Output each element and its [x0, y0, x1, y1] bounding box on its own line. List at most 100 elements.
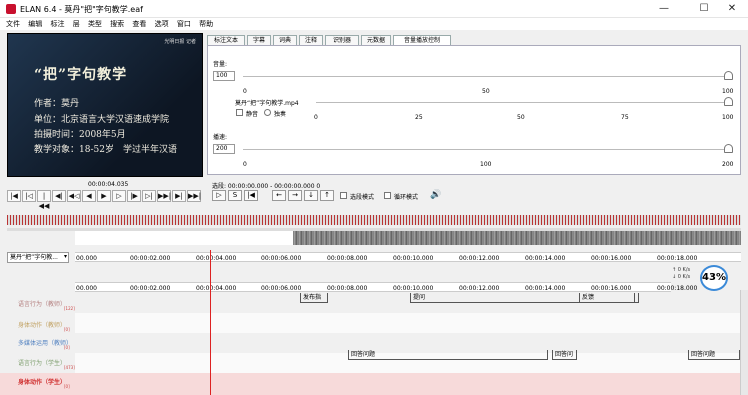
ruler-tick: 00.000	[76, 285, 97, 292]
tier-label[interactable]: 身体动作（教师）	[18, 320, 66, 329]
previous-ms-button[interactable]: ◀◁	[67, 190, 81, 202]
mute-checkbox[interactable]	[236, 109, 243, 116]
menu-options[interactable]: 选项	[155, 18, 169, 30]
crosshair-line[interactable]	[210, 250, 211, 395]
tier-label[interactable]: 语言行为（学生）	[18, 358, 66, 367]
tier-row[interactable]	[75, 293, 740, 313]
tier-label[interactable]: 身体动作（学生）	[18, 377, 66, 386]
video-line-unit: 单位：北京语言大学汉语速成学院	[34, 115, 170, 125]
video-viewer[interactable]: 光明日报 记者 “把”字句教学 作者：莫丹 单位：北京语言大学汉语速成学院 拍摄…	[7, 33, 203, 177]
ruler-tick: 00:00:12.000	[459, 285, 500, 292]
previous-scrollview-button[interactable]: |◁	[22, 190, 36, 202]
track-file-label: 莫丹“把”字句教学.mp4	[235, 100, 299, 107]
annotation[interactable]: 回答问题	[688, 350, 740, 360]
solo-label: 独奏	[274, 111, 287, 118]
speaker-icon[interactable]: 🔊	[430, 190, 441, 200]
rate-slider-thumb[interactable]	[724, 144, 733, 153]
track-tick-100: 100	[722, 114, 734, 121]
annotation[interactable]: 发布指	[300, 293, 328, 303]
track-volume-slider-thumb[interactable]	[724, 97, 733, 106]
selection-up-button[interactable]: ↑	[320, 190, 334, 201]
close-button[interactable]: ✕	[718, 2, 746, 16]
menu-annotation[interactable]: 标注	[50, 18, 64, 30]
menu-edit[interactable]: 编辑	[28, 18, 42, 30]
maximize-button[interactable]: ☐	[690, 2, 718, 16]
vertical-scrollbar[interactable]	[740, 290, 748, 395]
volume-tick-0: 0	[243, 88, 247, 95]
tier-count: [473]	[64, 365, 75, 370]
menu-window[interactable]: 窗口	[177, 18, 191, 30]
solo-radio[interactable]	[264, 109, 271, 116]
media-timecode: 00:00:04.035	[88, 181, 129, 188]
next-scrollview-button[interactable]: ▶▶|	[157, 190, 171, 202]
ruler-tick: 00:00:02.000	[130, 255, 171, 262]
zoom-badge[interactable]: 43%	[700, 265, 728, 291]
spectrogram-track[interactable]	[75, 231, 741, 245]
volume-label: 音量:	[213, 61, 228, 68]
loop-mode-checkbox[interactable]	[384, 192, 391, 199]
selection-info: 选段: 00:00:00.000 - 00:00:00.000 0	[212, 183, 321, 190]
play-button[interactable]: ▶	[97, 190, 111, 202]
rate-tick-100: 100	[480, 161, 492, 168]
menu-search[interactable]: 搜索	[110, 18, 124, 30]
ruler-tick: 00:00:14.000	[525, 285, 566, 292]
tier-row-active[interactable]	[0, 373, 740, 395]
volume-tick-50: 50	[482, 88, 490, 95]
go-to-next-button[interactable]: ▶|	[172, 190, 186, 202]
title-bar: ELAN 6.4 - 莫丹"把"字句教学.eaf — ☐ ✕	[0, 0, 748, 18]
video-title: “把”字句教学	[34, 67, 128, 83]
video-line-target: 教学对象：18-52岁 学过半年汉语	[34, 145, 177, 155]
menu-type[interactable]: 类型	[88, 18, 102, 30]
menu-view[interactable]: 查看	[132, 18, 146, 30]
selection-down-button[interactable]: ↓	[304, 190, 318, 201]
previous-frame-button[interactable]: ◀|	[52, 190, 66, 202]
tier-label[interactable]: 语言行为（教师）	[18, 299, 66, 308]
download-speed: ↓ 0 K/s	[672, 274, 691, 280]
selection-right-button[interactable]: →	[288, 190, 302, 201]
rate-slider-track[interactable]	[243, 149, 733, 150]
volume-slider-thumb[interactable]	[724, 71, 733, 80]
menu-help[interactable]: 帮助	[199, 18, 213, 30]
ruler-tick: 00.000	[76, 255, 97, 262]
go-to-begin-button[interactable]: |◀	[7, 190, 21, 202]
ruler-tick: 00:00:04.000	[196, 255, 237, 262]
next-frame-button[interactable]: |▶	[127, 190, 141, 202]
ruler-tick: 00:00:04.000	[196, 285, 237, 292]
menu-file[interactable]: 文件	[6, 18, 20, 30]
window-title: ELAN 6.4 - 莫丹"把"字句教学.eaf	[20, 5, 143, 14]
track-tick-50: 50	[517, 114, 525, 121]
menu-bar: 文件 编辑 标注 层 类型 搜索 查看 选项 窗口 帮助	[0, 18, 748, 30]
track-volume-slider-track[interactable]	[316, 102, 733, 103]
annotation[interactable]: 回答问题	[348, 350, 548, 360]
tier-count: [0]	[64, 327, 70, 332]
previous-second-button[interactable]: |◀◀	[37, 190, 51, 210]
annotation[interactable]: 回答问	[552, 350, 577, 360]
selection-mode-checkbox[interactable]	[340, 192, 347, 199]
play-selection-button[interactable]: ▷	[212, 190, 226, 201]
play-backward-button[interactable]: ◀	[82, 190, 96, 202]
next-second-button[interactable]: ▷|	[142, 190, 156, 202]
selection-left-button[interactable]: ←	[272, 190, 286, 201]
track-tick-75: 75	[621, 114, 629, 121]
network-speed: ↑ 0 K/s ↓ 0 K/s	[672, 267, 690, 281]
track-tick-25: 25	[415, 114, 423, 121]
menu-tier[interactable]: 层	[73, 18, 80, 30]
annotation[interactable]: 反馈	[579, 293, 639, 303]
tier-row[interactable]	[75, 313, 740, 333]
rate-tick-200: 200	[722, 161, 734, 168]
next-ms-button[interactable]: ▷	[112, 190, 126, 202]
volume-slider-track[interactable]	[243, 76, 733, 77]
ruler-tick: 00:00:06.000	[261, 255, 302, 262]
chevron-down-icon[interactable]: ▾	[64, 253, 67, 260]
tier-selector[interactable]: 莫丹“把”字句教...	[7, 252, 69, 263]
tier-count: [122]	[64, 306, 75, 311]
minimize-button[interactable]: —	[650, 2, 678, 16]
go-to-end-button[interactable]: ▶▶|	[187, 190, 201, 202]
volume-value-field[interactable]: 100	[213, 71, 235, 81]
clear-selection-button[interactable]: |◀	[244, 190, 258, 201]
selection-s-button[interactable]: S	[228, 190, 242, 201]
rate-value-field[interactable]: 200	[213, 144, 235, 154]
timeline-overview[interactable]	[7, 215, 741, 225]
ruler-tick: 00:00:08.000	[327, 255, 368, 262]
rate-tick-0: 0	[243, 161, 247, 168]
